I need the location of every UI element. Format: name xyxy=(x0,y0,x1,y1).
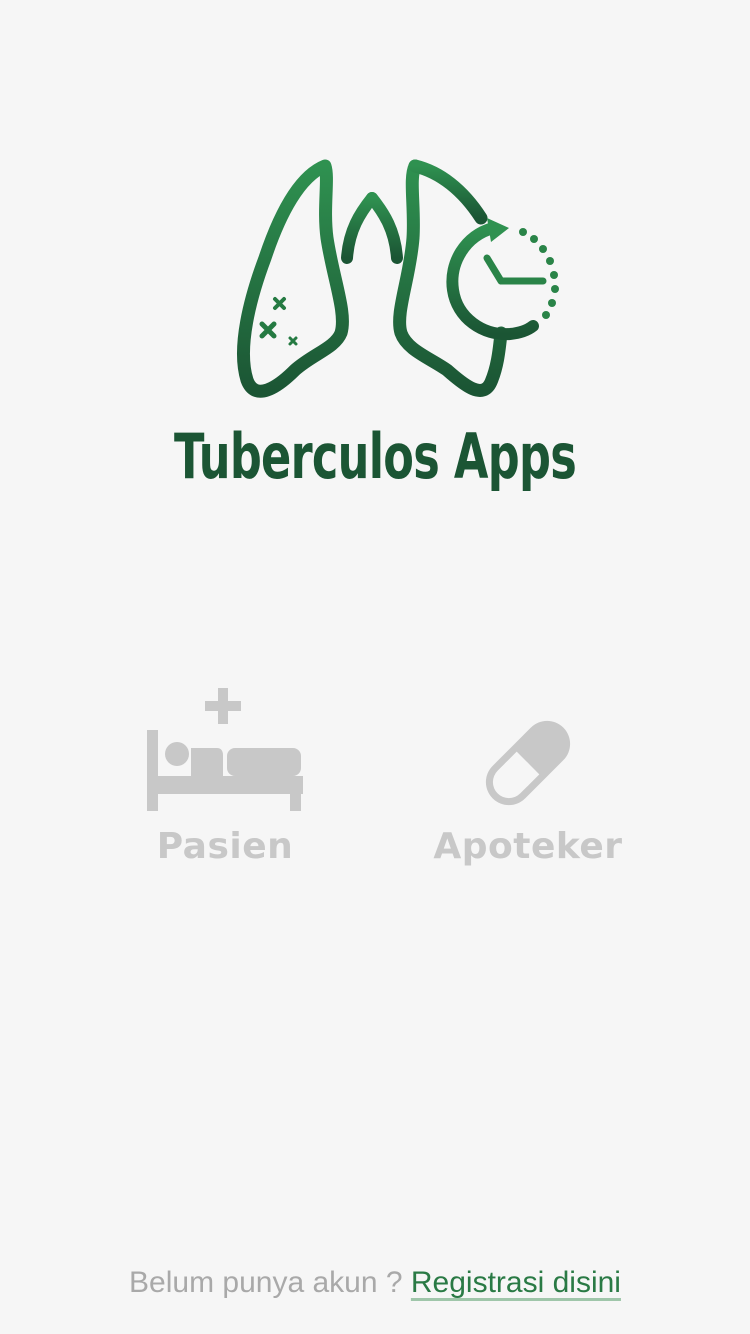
hospital-bed-icon xyxy=(147,688,303,811)
pill-capsule-icon xyxy=(485,720,571,806)
pasien-role-button[interactable]: Pasien xyxy=(95,680,355,880)
footer-prompt: Belum punya akun ? xyxy=(129,1266,411,1299)
apoteker-label: Apoteker xyxy=(433,826,623,867)
pasien-label: Pasien xyxy=(156,826,294,867)
register-link[interactable]: Registrasi disini xyxy=(411,1266,621,1299)
app-title: Tuberculos Apps xyxy=(173,420,577,493)
lungs-clock-logo-icon xyxy=(236,118,559,398)
apoteker-role-button[interactable]: Apoteker xyxy=(398,680,658,880)
footer-registration: Belum punya akun ? Registrasi disini xyxy=(0,1266,750,1300)
